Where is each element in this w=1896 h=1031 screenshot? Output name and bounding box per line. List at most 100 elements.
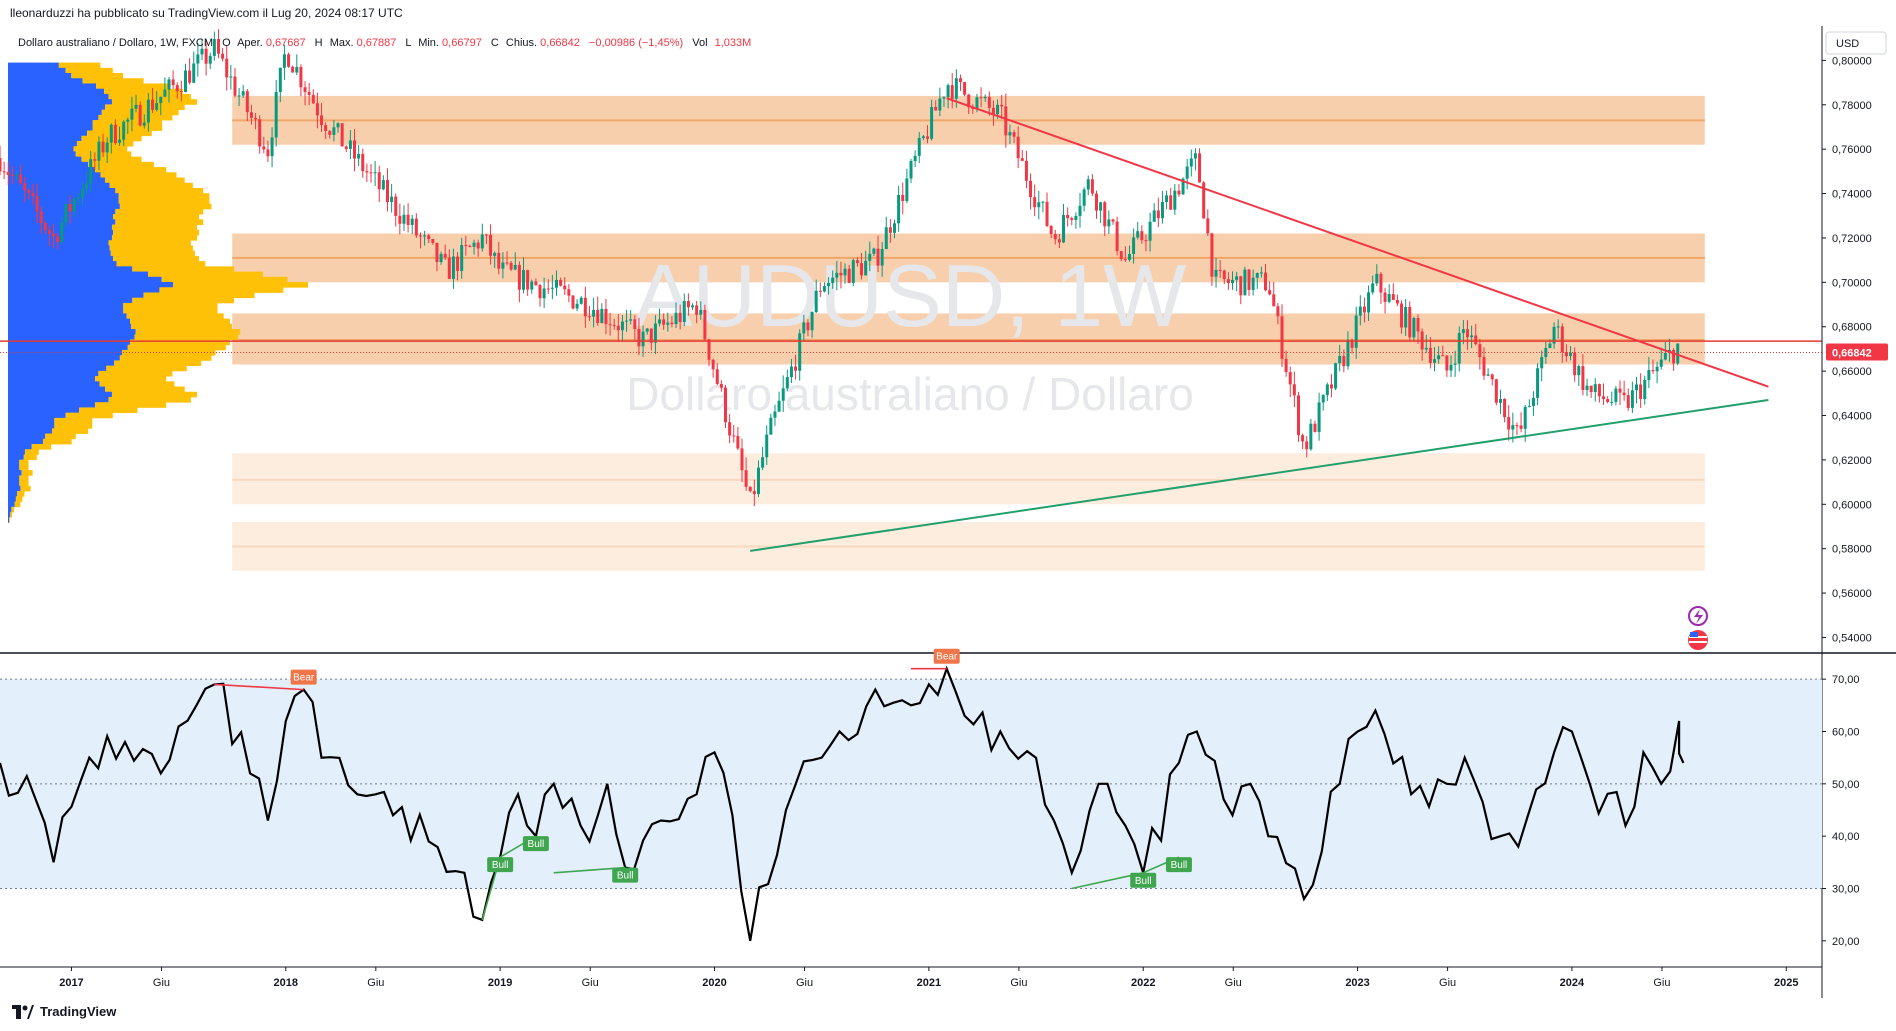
price-axis[interactable]: [1822, 26, 1896, 653]
candle-up: [192, 63, 196, 83]
volume-profile-up-bar: [8, 292, 144, 299]
candle-up: [893, 223, 897, 233]
candle-down: [266, 149, 270, 157]
candle-down: [1482, 357, 1486, 376]
candle-down: [1581, 366, 1585, 390]
candle-down: [744, 470, 748, 487]
volume-profile-up-bar: [8, 156, 82, 163]
candle-down: [958, 78, 962, 83]
legend-vol-label: Vol: [692, 37, 707, 49]
candle-down: [1119, 251, 1123, 260]
candle-up: [1424, 347, 1428, 350]
candle-down: [1292, 384, 1296, 396]
candle-up: [1461, 329, 1465, 334]
volume-profile-up-bar: [8, 250, 111, 257]
chart-canvas[interactable]: AUDUSD, 1W Dollaro australiano / Dollaro…: [0, 0, 1896, 1031]
candle-up: [666, 322, 670, 325]
candle-up: [336, 123, 340, 128]
candle-down: [509, 262, 513, 270]
volume-profile-down-bar: [105, 104, 185, 110]
volume-profile-down-bar: [131, 323, 232, 330]
candle-down: [1045, 201, 1049, 226]
volume-profile-up-bar: [8, 470, 22, 476]
legend-low-text: Min.: [418, 37, 439, 49]
price-tick-label: 0,64000: [1832, 411, 1872, 423]
volume-profile-down-bar: [65, 67, 113, 74]
candle-down: [299, 66, 303, 88]
candle-down: [23, 183, 27, 191]
volume-profile-down-bar: [98, 370, 173, 377]
candle-down: [1494, 379, 1498, 403]
candle-down: [534, 281, 538, 286]
candle-down: [1123, 259, 1127, 261]
candle-down: [987, 96, 991, 108]
volume-profile-down-bar: [71, 73, 124, 79]
candle-down: [637, 328, 641, 347]
rsi-tick-label: 20,00: [1832, 936, 1860, 948]
price-tick-label: 0,68000: [1832, 322, 1872, 334]
volume-profile-up-bar: [8, 88, 105, 95]
candle-down: [1519, 425, 1523, 429]
candle-down: [794, 366, 798, 371]
candle-up: [1659, 359, 1663, 367]
candle-down: [1618, 388, 1622, 393]
volume-profile-down-bar: [20, 485, 31, 492]
legend-vol-value: 1,033M: [715, 37, 752, 49]
candle-up: [146, 99, 150, 123]
candle-up: [917, 137, 921, 156]
candle-down: [443, 253, 447, 258]
candle-up: [501, 262, 505, 269]
candle-down: [1016, 136, 1020, 159]
volume-profile-down-bar: [115, 219, 204, 225]
volume-profile-up-bar: [8, 62, 59, 69]
candle-up: [843, 268, 847, 276]
time-tick-label: Giu: [796, 977, 813, 989]
volume-profile-down-bar: [98, 114, 173, 121]
candle-down: [101, 141, 105, 153]
time-tick-label: 2024: [1560, 977, 1585, 989]
legend-close-label: C: [491, 37, 499, 49]
candle-up: [357, 153, 361, 159]
tradingview-logo[interactable]: TradingView: [12, 1004, 116, 1019]
candle-down: [1264, 272, 1268, 291]
candle-down: [901, 194, 905, 202]
candle-down: [1379, 273, 1383, 293]
last-price-label: 0,66842: [1832, 347, 1872, 359]
candle-up: [942, 97, 946, 99]
candle-up: [142, 122, 146, 126]
candle-up: [810, 312, 814, 331]
candle-up: [1647, 370, 1651, 380]
volume-profile-up-bar: [8, 67, 66, 74]
volume-profile-up-bar: [8, 78, 83, 84]
candle-down: [464, 245, 468, 247]
candle-up: [954, 78, 958, 99]
candle-up: [1127, 253, 1131, 260]
candle-up: [909, 161, 913, 179]
lightning-icon[interactable]: [1688, 606, 1708, 626]
candle-up: [274, 92, 278, 138]
us-flag-icon[interactable]: [1688, 630, 1708, 650]
candle-up: [241, 91, 245, 96]
candle-up: [699, 309, 703, 315]
volume-profile-down-bar: [24, 449, 39, 455]
volume-profile-down-bar: [43, 438, 72, 445]
volume-profile-up-bar: [8, 496, 16, 502]
candle-down: [1589, 385, 1593, 393]
volume-profile-down-bar: [110, 250, 195, 257]
candle-up: [769, 417, 773, 435]
candle-down: [695, 305, 699, 315]
candle-down: [546, 288, 550, 290]
candle-down: [328, 131, 332, 135]
candle-up: [390, 196, 394, 203]
candle-up: [1433, 359, 1437, 363]
volume-profile-down-bar: [130, 339, 230, 346]
volume-profile-down-bar: [9, 517, 11, 523]
candle-down: [596, 309, 600, 324]
candle-up: [1136, 231, 1140, 238]
bear-tag-label: Bear: [936, 652, 958, 663]
candle-up: [600, 308, 604, 324]
candle-up: [423, 235, 427, 237]
volume-profile-down-bar: [115, 187, 204, 194]
volume-profile-down-bar: [104, 88, 183, 95]
candle-up: [765, 434, 769, 458]
